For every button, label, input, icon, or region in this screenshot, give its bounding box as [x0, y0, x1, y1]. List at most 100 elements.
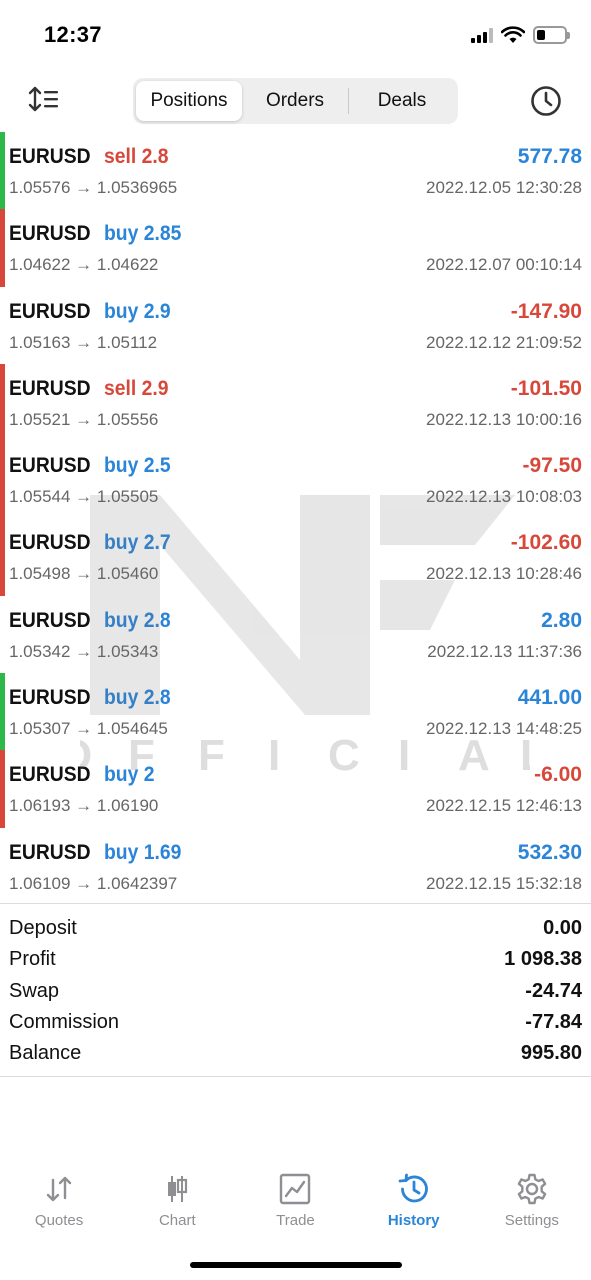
- deal-symbol: EURUSD: [9, 840, 91, 864]
- deal-row[interactable]: EURUSD buy 2.8 441.00 1.05307 → 1.054645 202…: [0, 673, 591, 751]
- summary-label: Profit: [9, 948, 56, 971]
- deal-title: EURUSD buy 1.69: [9, 841, 188, 865]
- tab-deals[interactable]: Deals: [349, 81, 455, 121]
- deal-row[interactable]: EURUSD buy 2 -6.00 1.06193 → 1.06190 2022.12…: [0, 750, 591, 828]
- deal-row[interactable]: EURUSD sell 2.9 -101.50 1.05521 → 1.05556 20…: [0, 363, 591, 442]
- deal-prices: 1.04622 → 1.04622: [9, 255, 159, 275]
- deal-row[interactable]: EURUSD buy 2.85 1.04622 → 1.04622 2022.12.0…: [0, 209, 591, 287]
- summary-row-commission: Commission -77.84: [9, 1007, 582, 1038]
- deal-title: EURUSD sell 2.9: [9, 377, 174, 401]
- deal-title: EURUSD sell 2.8: [9, 145, 174, 169]
- deal-line-main: EURUSD buy 2.85: [9, 221, 582, 247]
- deal-title: EURUSD buy 2.9: [9, 300, 176, 324]
- deal-line-main: EURUSD buy 2 -6.00: [9, 762, 582, 788]
- segmented-control: Positions Orders Deals: [133, 78, 458, 124]
- tab-settings[interactable]: Settings: [473, 1160, 591, 1240]
- deal-prices: 1.05544 → 1.05505: [9, 487, 159, 507]
- deal-symbol: EURUSD: [9, 454, 91, 478]
- deal-side-volume: buy 2: [103, 763, 155, 787]
- deal-line-detail: 1.05307 → 1.054645 2022.12.13 14:48:25: [9, 718, 582, 740]
- summary-label: Commission: [9, 1011, 120, 1034]
- deal-line-detail: 1.06109 → 1.0642397 2022.12.15 15:32:18: [9, 873, 582, 895]
- loss-indicator-bar: [0, 209, 5, 287]
- deals-list: EURUSD sell 2.8 577.78 1.05576 → 1.0536965 2…: [0, 132, 591, 905]
- status-time: 12:37: [44, 22, 102, 47]
- summary-label: Deposit: [9, 917, 77, 940]
- deal-line-detail: 1.05544 → 1.05505 2022.12.13 10:08:03: [9, 486, 582, 508]
- deal-symbol: EURUSD: [9, 145, 91, 168]
- summary-label: Balance: [9, 1042, 82, 1065]
- summary-value: 0.00: [543, 917, 582, 940]
- tab-positions[interactable]: Positions: [136, 81, 242, 121]
- deal-row[interactable]: EURUSD buy 2.8 2.80 1.05342 → 1.05343 2022.1…: [0, 596, 591, 673]
- deal-time: 2022.12.07 00:10:14: [426, 255, 582, 275]
- tab-history-label: History: [387, 1212, 440, 1229]
- deal-profit: 2.80: [541, 608, 582, 632]
- deal-line-main: EURUSD buy 2.8 441.00: [9, 685, 582, 711]
- tab-quotes[interactable]: Quotes: [0, 1160, 118, 1240]
- summary-value: 1 098.38: [504, 948, 582, 971]
- summary-value: -24.74: [525, 979, 582, 1002]
- deal-symbol: EURUSD: [9, 531, 91, 555]
- clock-icon[interactable]: [529, 84, 563, 118]
- tab-quotes-label: Quotes: [34, 1212, 84, 1229]
- deal-line-main: EURUSD buy 2.8 2.80: [9, 608, 582, 634]
- status-icons: [471, 26, 570, 44]
- deal-prices: 1.05498 → 1.05460: [9, 564, 159, 584]
- summary-row-balance: Balance 995.80: [9, 1038, 582, 1069]
- deal-side-volume: buy 1.69: [103, 840, 182, 864]
- tab-chart[interactable]: Chart: [118, 1160, 236, 1240]
- summary-value: 995.80: [520, 1042, 582, 1065]
- deal-line-main: EURUSD buy 2.5 -97.50: [9, 453, 582, 479]
- deal-profit: 577.78: [517, 145, 582, 168]
- profit-indicator-bar: [0, 673, 5, 751]
- deal-title: EURUSD buy 2.5: [9, 454, 176, 478]
- wifi-icon: [501, 26, 525, 43]
- deal-symbol: EURUSD: [9, 763, 91, 787]
- summary-label: Swap: [9, 979, 60, 1002]
- summary-panel: Deposit 0.00 Profit 1 098.38 Swap -24.74 Commi…: [9, 913, 582, 1069]
- deal-row[interactable]: EURUSD buy 2.5 -97.50 1.05544 → 1.05505 2022…: [0, 441, 591, 519]
- deal-side-volume: buy 2.9: [103, 299, 171, 323]
- deal-title: EURUSD buy 2.8: [9, 609, 176, 633]
- loss-indicator-bar: [0, 750, 5, 828]
- deal-side-volume: buy 2.8: [103, 686, 171, 710]
- deal-prices: 1.05163 → 1.05112: [9, 332, 158, 352]
- loss-indicator-bar: [0, 441, 5, 519]
- history-icon: [398, 1173, 428, 1203]
- summary-row-deposit: Deposit 0.00: [9, 913, 582, 944]
- deal-line-detail: 1.04622 → 1.04622 2022.12.07 00:10:14: [9, 254, 582, 276]
- tab-settings-label: Settings: [504, 1212, 559, 1229]
- tab-trade[interactable]: Trade: [236, 1160, 354, 1240]
- deal-time: 2022.12.13 10:08:03: [426, 487, 582, 507]
- profit-indicator-bar: [0, 132, 5, 210]
- deal-symbol: EURUSD: [9, 376, 91, 400]
- deal-side-volume: sell 2.8: [103, 145, 169, 168]
- deal-side-volume: buy 2.85: [103, 222, 182, 246]
- home-indicator[interactable]: [190, 1262, 402, 1268]
- deal-prices: 1.05576 → 1.0536965: [9, 178, 178, 197]
- deal-line-detail: 1.05163 → 1.05112 2022.12.12 21:09:52: [9, 332, 582, 354]
- sort-icon[interactable]: [28, 84, 62, 114]
- deal-side-volume: buy 2.8: [103, 608, 171, 632]
- summary-row-swap: Swap -24.74: [9, 976, 582, 1007]
- summary-divider-bottom: [0, 1076, 591, 1077]
- cellular-signal-icon: [471, 27, 493, 43]
- deal-prices: 1.06193 → 1.06190: [9, 796, 159, 816]
- summary-row-profit: Profit 1 098.38: [9, 944, 582, 975]
- bottom-tab-bar: Quotes Chart Trade History Settings: [0, 1160, 591, 1240]
- deal-profit: 441.00: [517, 686, 582, 710]
- deal-prices: 1.05521 → 1.05556: [9, 409, 159, 429]
- deal-line-main: EURUSD buy 2.9 -147.90: [9, 299, 582, 325]
- deal-symbol: EURUSD: [9, 299, 91, 323]
- deal-row[interactable]: EURUSD buy 1.69 532.30 1.06109 → 1.0642397 2…: [0, 828, 591, 905]
- deal-row[interactable]: EURUSD buy 2.9 -147.90 1.05163 → 1.05112 202…: [0, 287, 591, 364]
- battery-icon: [533, 26, 570, 44]
- tab-history[interactable]: History: [355, 1160, 473, 1240]
- tab-orders[interactable]: Orders: [242, 81, 348, 121]
- deal-row[interactable]: EURUSD sell 2.8 577.78 1.05576 → 1.0536965 2…: [0, 132, 591, 210]
- deal-line-detail: 1.05576 → 1.0536965 2022.12.05 12:30:28: [9, 177, 582, 199]
- deal-row[interactable]: EURUSD buy 2.7 -102.60 1.05498 → 1.05460 202…: [0, 518, 591, 596]
- deal-profit: -101.50: [510, 376, 582, 400]
- deal-time: 2022.12.13 10:28:46: [426, 564, 582, 584]
